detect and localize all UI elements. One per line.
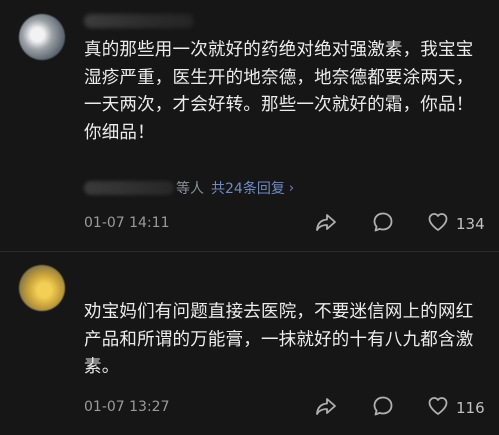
avatar[interactable] [19, 14, 65, 60]
chevron-right-icon: › [288, 180, 295, 196]
heart-icon [426, 394, 450, 422]
username-blurred[interactable] [84, 14, 194, 28]
like-count: 116 [456, 399, 485, 417]
comment-text: 劝宝妈们有问题直接去医院，不要迷信网上的网红产品和所谓的万能膏，一抹就好的十有八… [84, 302, 474, 377]
like-button[interactable]: 134 [426, 211, 485, 237]
reply-suffix: 等人 [176, 181, 204, 197]
reply-button[interactable] [371, 395, 395, 421]
avatar[interactable] [19, 265, 65, 311]
like-count: 134 [456, 215, 485, 233]
reply-button[interactable] [371, 211, 395, 237]
heart-icon [426, 210, 450, 238]
share-button[interactable] [314, 395, 338, 421]
share-icon [314, 394, 338, 422]
comment-icon [371, 210, 395, 238]
comment-icon [371, 394, 395, 422]
like-button[interactable]: 116 [426, 395, 485, 421]
comment-meta: 01-07 14:11 134 [84, 211, 485, 237]
reply-usernames-blurred [84, 181, 174, 195]
comment-card: 劝宝妈们有问题直接去医院，不要迷信网上的网红产品和所谓的万能膏，一抹就好的十有八… [0, 252, 499, 435]
comment-time: 01-07 13:27 [84, 399, 170, 415]
share-icon [314, 210, 338, 238]
comment-card: 真的那些用一次就好的药绝对绝对强激素，我宝宝湿疹严重，医生开的地奈德，地奈德都要… [0, 0, 499, 252]
comment-time: 01-07 14:11 [84, 215, 170, 231]
comment-meta: 01-07 13:27 116 [84, 395, 485, 421]
view-replies-link[interactable]: 共24条回复 [211, 178, 285, 198]
share-button[interactable] [314, 211, 338, 237]
comment-text: 真的那些用一次就好的药绝对绝对强激素，我宝宝湿疹严重，医生开的地奈德，地奈德都要… [84, 40, 474, 143]
replies-summary[interactable]: 等人 共24条回复 › [84, 177, 294, 199]
